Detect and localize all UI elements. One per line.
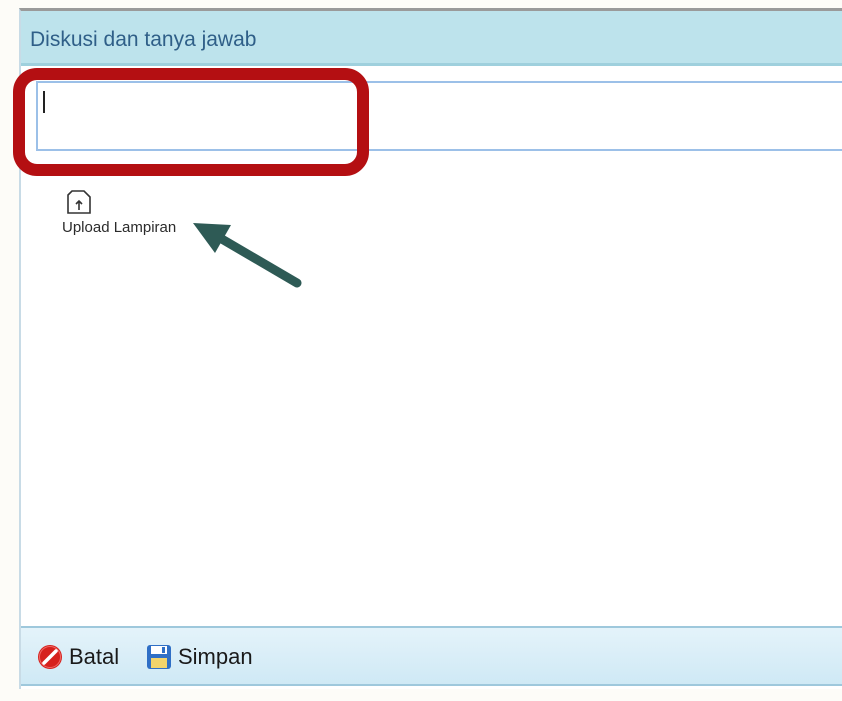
save-label: Simpan <box>178 644 253 669</box>
cancel-label: Batal <box>69 644 120 669</box>
cancel-button[interactable]: Batal <box>37 642 119 672</box>
save-icon <box>147 645 171 669</box>
form-footer-toolbar: Batal Simpan <box>21 626 842 686</box>
annotation-arrow-icon <box>193 223 302 288</box>
upload-attachment-label: Upload Lampiran <box>62 219 177 236</box>
panel-header: Diskusi dan tanya jawab <box>21 11 842 66</box>
save-button[interactable]: Simpan <box>146 642 253 672</box>
upload-file-icon <box>67 190 91 214</box>
cancel-icon <box>38 645 62 669</box>
panel-title: Diskusi dan tanya jawab <box>30 28 257 51</box>
input-highlight-annotation <box>13 68 369 176</box>
